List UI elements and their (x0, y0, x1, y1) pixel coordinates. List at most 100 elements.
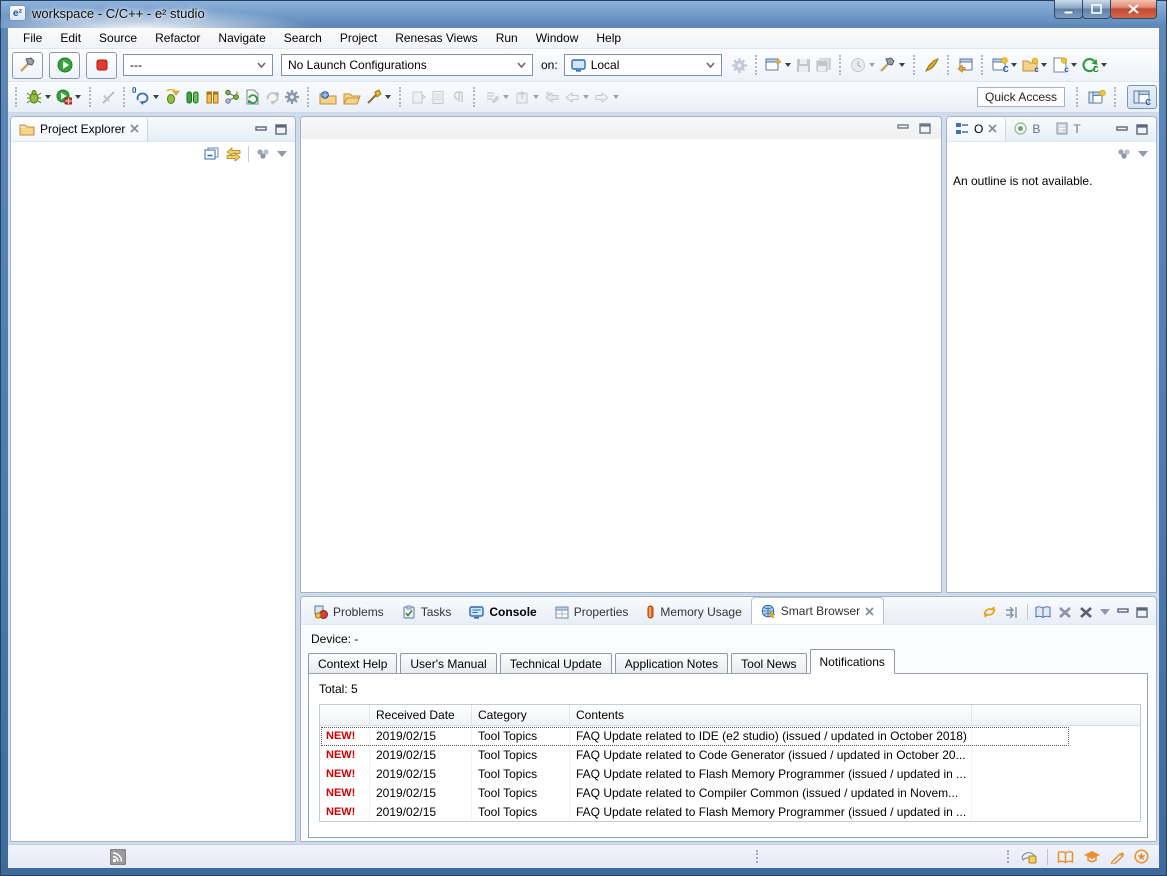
disconnect-icon[interactable] (98, 86, 118, 108)
menu-project[interactable]: Project (331, 29, 386, 47)
forward-arrow-icon[interactable] (592, 86, 612, 108)
new-wizard-icon[interactable] (764, 54, 784, 76)
link-with-editor-icon[interactable] (225, 147, 242, 161)
new-c-file-icon[interactable]: c (1050, 54, 1070, 76)
debug-history-icon[interactable] (848, 54, 868, 76)
view-menu-dropdown[interactable] (1138, 151, 1148, 157)
settings-gear-icon[interactable] (282, 86, 302, 108)
minimize-button[interactable] (1054, 0, 1083, 19)
editor-area[interactable] (300, 116, 942, 593)
table-row[interactable]: NEW! 2019/02/15 Tool Topics FAQ Update r… (320, 764, 1140, 783)
delete-all-icon[interactable] (1079, 606, 1093, 619)
tab-console[interactable]: Console (460, 600, 545, 624)
minimize-view-icon[interactable] (1117, 607, 1129, 617)
training-cap-icon[interactable] (1083, 850, 1101, 863)
build-config-combo[interactable]: --- (123, 54, 273, 76)
build-all-dropdown[interactable] (899, 63, 905, 67)
menu-navigate[interactable]: Navigate (209, 29, 274, 47)
new-c-folder-icon[interactable]: c (1020, 54, 1040, 76)
menu-edit[interactable]: Edit (51, 29, 90, 47)
minimize-view-icon[interactable] (255, 125, 267, 135)
menu-refactor[interactable]: Refactor (146, 29, 209, 47)
release-notes-book-icon[interactable] (1057, 850, 1074, 864)
table-row[interactable]: NEW! 2019/02/15 Tool Topics FAQ Update r… (320, 783, 1140, 802)
pin-highlight-dropdown[interactable] (385, 95, 391, 99)
show-whitespace-icon[interactable] (448, 86, 468, 108)
column-header-badge[interactable] (320, 705, 370, 725)
notifications-table[interactable]: Received Date Category Contents NEW! 201… (319, 704, 1141, 822)
code-update-icon[interactable]: C (1080, 54, 1100, 76)
minimize-view-icon[interactable] (897, 123, 909, 133)
view-menu-icon[interactable] (1116, 148, 1132, 160)
table-row[interactable]: NEW! 2019/02/15 Tool Topics FAQ Update r… (320, 726, 1140, 745)
forward-dropdown[interactable] (613, 95, 619, 99)
tab-notifications[interactable]: Notifications (810, 649, 895, 674)
new-c-project-icon[interactable]: C (990, 54, 1010, 76)
tab-project-explorer[interactable]: Project Explorer (11, 116, 148, 141)
tab-smart-browser[interactable]: Smart Browser (751, 597, 884, 624)
column-header-category[interactable]: Category (472, 705, 570, 725)
rss-feed-icon[interactable] (110, 849, 126, 865)
auto-update-icon[interactable] (1004, 606, 1020, 619)
menu-renesas-views[interactable]: Renesas Views (386, 29, 487, 47)
open-folder-icon[interactable] (340, 86, 364, 108)
menu-run[interactable]: Run (487, 29, 527, 47)
go-into-icon[interactable] (512, 86, 532, 108)
close-icon[interactable] (130, 124, 139, 133)
build-button[interactable] (12, 52, 43, 79)
view-menu-dropdown[interactable] (1100, 609, 1110, 615)
tab-breakpoints[interactable]: B (1006, 116, 1048, 141)
import-window-icon[interactable] (956, 54, 976, 76)
target-settings-gear-icon[interactable] (730, 54, 750, 76)
whats-new-pencil-icon[interactable] (1110, 850, 1125, 864)
menu-file[interactable]: File (14, 29, 51, 47)
restart-debug-icon[interactable] (162, 86, 182, 108)
debug-dropdown[interactable] (45, 95, 51, 99)
collapse-all-icon[interactable] (204, 147, 219, 161)
view-menu-icon[interactable] (255, 148, 271, 160)
tab-problems[interactable]: Problems (305, 600, 393, 624)
table-row[interactable]: NEW! 2019/02/15 Tool Topics FAQ Update r… (320, 802, 1140, 821)
maximize-view-icon[interactable] (919, 123, 931, 134)
load-program-icon[interactable] (242, 86, 262, 108)
go-into-dropdown[interactable] (533, 95, 539, 99)
project-explorer-content[interactable] (11, 166, 295, 842)
menu-search[interactable]: Search (275, 29, 331, 47)
open-perspective-icon[interactable] (1085, 86, 1109, 108)
tab-application-notes[interactable]: Application Notes (615, 653, 728, 674)
tab-technical-update[interactable]: Technical Update (500, 653, 612, 674)
delete-filtered-icon[interactable] (1058, 606, 1072, 619)
run-configs-icon[interactable] (54, 86, 74, 108)
profile-tree-icon[interactable] (222, 86, 242, 108)
tab-properties[interactable]: Properties (546, 600, 638, 624)
save-all-icon[interactable] (814, 54, 834, 76)
smart-configurator-hand-icon[interactable] (1020, 849, 1038, 864)
menu-help[interactable]: Help (587, 29, 630, 47)
tab-tasks[interactable]: Tasks (393, 600, 461, 624)
maximize-view-icon[interactable] (1136, 124, 1148, 135)
tab-tool-news[interactable]: Tool News (731, 653, 806, 674)
maximize-button[interactable] (1082, 0, 1111, 19)
support-badge-icon[interactable] (1134, 849, 1149, 864)
new-c-file-dropdown[interactable] (1071, 63, 1077, 67)
menu-source[interactable]: Source (90, 29, 146, 47)
maximize-view-icon[interactable] (275, 124, 287, 135)
launch-target-combo[interactable]: Local (564, 54, 722, 76)
mark-occurrences-icon[interactable] (428, 86, 448, 108)
debug-bug-icon[interactable] (24, 86, 44, 108)
view-menu-dropdown[interactable] (277, 151, 287, 157)
close-button[interactable] (1110, 0, 1157, 19)
new-c-project-dropdown[interactable] (1011, 63, 1017, 67)
launch-config-combo[interactable]: No Launch Configurations (281, 54, 533, 76)
column-header-contents[interactable]: Contents (570, 705, 972, 725)
title-bar[interactable]: e² workspace - C/C++ - e² studio (0, 0, 1167, 28)
statusbar-drag-handle[interactable] (756, 850, 760, 863)
maximize-view-icon[interactable] (1136, 607, 1148, 618)
run-button[interactable] (49, 52, 80, 79)
quick-access-field[interactable]: Quick Access (977, 87, 1065, 107)
run-configs-dropdown[interactable] (75, 95, 81, 99)
tab-tasks-view[interactable]: T (1048, 116, 1088, 141)
tab-users-manual[interactable]: User's Manual (400, 653, 496, 674)
back-arrow-icon[interactable] (562, 86, 582, 108)
build-all-hammer-icon[interactable] (878, 54, 898, 76)
